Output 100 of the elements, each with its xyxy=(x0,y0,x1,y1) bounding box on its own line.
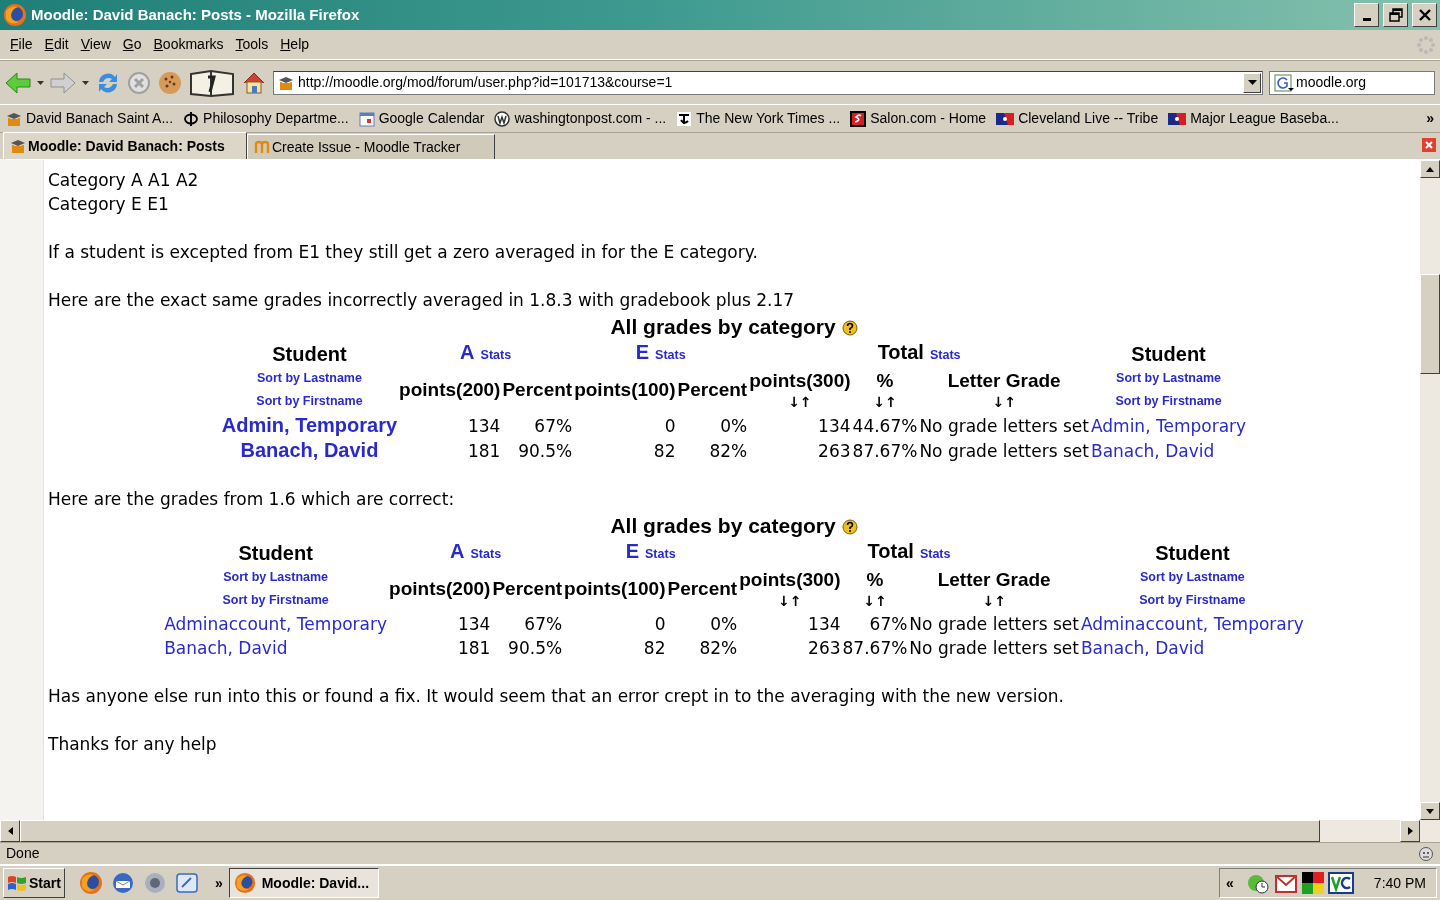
column-header: Percent xyxy=(492,578,563,599)
more-quick-launch-button[interactable]: » xyxy=(214,872,223,894)
scroll-right-button[interactable] xyxy=(1400,820,1420,842)
menu-item[interactable]: File xyxy=(4,32,39,57)
sort-link[interactable]: Sort by Lastname xyxy=(171,566,381,589)
sort-arrows[interactable]: ↓↑ xyxy=(842,592,908,610)
firefox-icon xyxy=(233,872,256,894)
stats-link[interactable]: Stats xyxy=(480,348,512,362)
bookmark-link[interactable]: David Banach Saint A... xyxy=(6,108,174,129)
screen-share-icon xyxy=(1327,872,1354,894)
stats-link[interactable]: Stats xyxy=(929,348,961,362)
paragraph-text: Has anyone else run into this or found a fix. It would seem that an error crept in to the averaging with the new version. xyxy=(48,685,1065,708)
menu-item[interactable]: Tools xyxy=(229,32,275,57)
student-link[interactable]: Banach, David xyxy=(164,638,288,658)
flag-icon xyxy=(1168,112,1187,125)
table-cell: 90.5% xyxy=(508,638,563,658)
menu-item[interactable]: Edit xyxy=(38,32,75,57)
student-link[interactable]: Banach, David xyxy=(1080,638,1205,658)
column-header: Total xyxy=(877,341,924,363)
student-link[interactable]: Adminaccount, Temporary xyxy=(164,614,388,634)
category-link[interactable]: E xyxy=(635,341,650,363)
search-field[interactable]: moodle.org xyxy=(1269,70,1435,95)
scroll-down-button[interactable] xyxy=(1420,802,1440,820)
scroll-up-button[interactable] xyxy=(1420,160,1440,178)
browser-tab[interactable]: Moodle: David Banach: Posts xyxy=(3,132,247,159)
dropdown-button[interactable] xyxy=(1243,72,1261,93)
down-arrow-icon xyxy=(1426,808,1434,814)
sort-arrows[interactable]: ↓↑ xyxy=(739,592,841,610)
menu-item[interactable]: View xyxy=(74,32,117,57)
category-link[interactable]: E xyxy=(625,540,639,562)
up-arrow-icon xyxy=(1426,166,1434,172)
column-header: Percent xyxy=(667,578,738,599)
sort-arrows[interactable]: ↓↑ xyxy=(909,592,1079,610)
bookmark-link[interactable]: Google Calendar xyxy=(358,108,485,129)
stats-link[interactable]: Stats xyxy=(645,547,676,561)
sort-arrows[interactable]: ↓↑ xyxy=(919,393,1089,411)
status-face-icon xyxy=(1418,845,1434,862)
sort-link[interactable]: Sort by Lastname xyxy=(1097,367,1240,390)
close-button[interactable] xyxy=(1412,3,1437,27)
gothic-mark-icon xyxy=(676,110,693,127)
sort-link[interactable]: Sort by Firstname xyxy=(1087,589,1297,612)
stats-link[interactable]: Stats xyxy=(655,348,686,362)
bookmark-link[interactable]: Philosophy Departme... xyxy=(183,108,349,129)
sort-link[interactable]: Sort by Lastname xyxy=(228,367,391,390)
column-header: Student xyxy=(272,342,347,365)
cookie-icon xyxy=(157,69,183,96)
category-link[interactable]: A xyxy=(460,341,475,363)
student-link[interactable]: Adminaccount, Temporary xyxy=(1080,614,1304,634)
student-link[interactable]: Banach, David xyxy=(240,439,379,461)
sort-link[interactable]: Sort by Lastname xyxy=(1087,566,1297,589)
throbber-icon xyxy=(1416,35,1436,56)
tray-expand-button[interactable]: « xyxy=(1226,872,1234,894)
restore-icon xyxy=(1388,8,1403,22)
bookmark-link[interactable]: Salon.com - Home xyxy=(850,108,987,129)
bookmark-link[interactable]: Cleveland Live -- Tribe xyxy=(996,108,1159,129)
minimize-button[interactable] xyxy=(1354,3,1379,27)
scrollbar-thumb[interactable] xyxy=(1420,274,1440,374)
column-header: Letter Grade xyxy=(947,370,1061,391)
calendar-icon xyxy=(358,110,375,127)
left-arrow-icon xyxy=(7,827,13,835)
start-button[interactable]: Start xyxy=(3,868,65,898)
mail-bird-icon xyxy=(110,871,135,895)
table-cell: 134 xyxy=(808,614,841,634)
student-link[interactable]: Banach, David xyxy=(1090,440,1215,461)
right-arrow-icon xyxy=(1407,827,1413,835)
sort-arrows[interactable]: ↓↑ xyxy=(852,393,918,411)
column-header: points(100) xyxy=(564,578,666,599)
menu-item[interactable]: Go xyxy=(116,32,148,57)
stats-link[interactable]: Stats xyxy=(470,547,502,561)
student-link[interactable]: Admin, Temporary xyxy=(221,414,398,436)
more-bookmarks-button[interactable]: » xyxy=(1426,108,1434,129)
scrollbar-thumb[interactable] xyxy=(20,820,1320,842)
bookmark-link[interactable]: Major League Baseba... xyxy=(1168,108,1339,129)
restore-button[interactable] xyxy=(1383,3,1408,27)
menu-item[interactable]: Bookmarks xyxy=(147,32,230,57)
sort-link[interactable]: Sort by Firstname xyxy=(171,589,381,612)
student-link[interactable]: Admin, Temporary xyxy=(1090,415,1247,436)
speaker-icon xyxy=(142,871,167,895)
bookmark-link[interactable]: washingtonpost.com - ... xyxy=(494,108,667,129)
stats-link[interactable]: Stats xyxy=(919,547,951,561)
scroll-left-button[interactable] xyxy=(0,820,20,842)
taskbar-button[interactable]: Moodle: David... xyxy=(228,868,379,898)
sort-link[interactable]: Sort by Firstname xyxy=(1097,390,1240,413)
status-text: Done xyxy=(6,844,40,863)
sort-link[interactable]: Sort by Firstname xyxy=(228,390,391,413)
table-cell: 0% xyxy=(720,415,748,436)
table-cell: 67% xyxy=(534,415,573,436)
table-cell: 67% xyxy=(869,614,908,634)
category-link[interactable]: A xyxy=(450,540,465,562)
sort-arrows[interactable]: ↓↑ xyxy=(749,393,851,411)
url-field[interactable]: http://moodle.org/mod/forum/user.php?id=101713&course=1 xyxy=(273,70,1263,95)
firefox-icon xyxy=(78,871,103,895)
bookmark-link[interactable]: The New York Times ... xyxy=(676,108,841,129)
paragraph-text: Here are the grades from 1.6 which are correct: xyxy=(48,488,456,511)
column-header: Percent xyxy=(502,379,573,400)
table-cell: 181 xyxy=(457,638,491,658)
table-cell: 82 xyxy=(653,440,676,461)
browser-tab[interactable]: Create Issue - Moodle Tracker xyxy=(247,134,495,159)
menu-item[interactable]: Help xyxy=(274,32,316,57)
mail-icon xyxy=(1273,872,1298,894)
